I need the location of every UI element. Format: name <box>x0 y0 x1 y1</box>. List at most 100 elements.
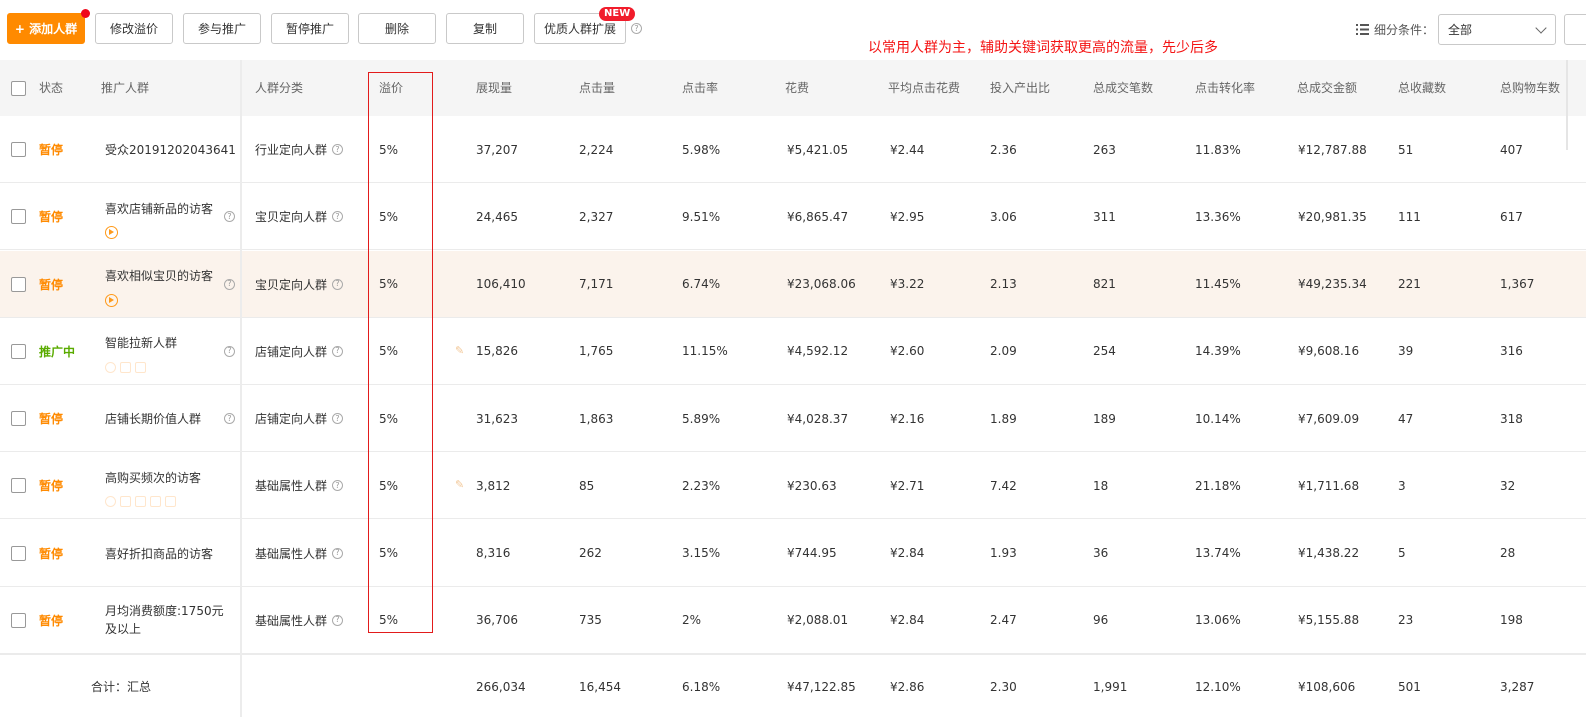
status-label[interactable]: 推广中 <box>39 318 75 385</box>
category-help-icon[interactable]: ? <box>332 144 344 155</box>
cell-roi: 1.89 <box>990 411 1017 426</box>
footer-label: 合计：汇总 <box>91 680 152 694</box>
cell-category: 店铺定向人群 <box>255 412 328 426</box>
cell-carts: 28 <box>1500 546 1516 560</box>
row-checkbox[interactable] <box>11 478 26 494</box>
crowd-name: 店铺长期价值人群 <box>105 412 202 426</box>
status-label[interactable]: 暂停 <box>39 587 63 654</box>
cell-premium[interactable]: 5% <box>379 587 398 654</box>
status-label[interactable]: 暂停 <box>39 520 63 587</box>
status-label[interactable]: 暂停 <box>39 183 63 250</box>
th-carts: 总购物车数 <box>1500 81 1561 95</box>
filter-select[interactable]: 全部 <box>1438 14 1556 45</box>
cell-impressions: 8,316 <box>476 546 511 560</box>
cell-premium[interactable]: 5% <box>379 385 398 452</box>
add-crowd-button[interactable]: + 添加人群 <box>7 13 85 44</box>
cell-roi: 2.47 <box>990 613 1017 628</box>
column-divider <box>240 60 242 717</box>
cell-category: 基础属性人群 <box>255 546 328 561</box>
footer-cost: ¥47,122.85 <box>787 679 856 694</box>
cell-cvr: 10.14% <box>1195 411 1241 426</box>
cell-category: 基础属性人群 <box>255 613 328 628</box>
category-help-icon[interactable]: ? <box>332 345 344 357</box>
chart-icon[interactable] <box>120 496 131 508</box>
bag-icon[interactable] <box>150 496 161 508</box>
status-label[interactable]: 暂停 <box>39 385 63 452</box>
modify-premium-button[interactable]: 修改溢价 <box>95 13 173 44</box>
th-cost: 花费 <box>785 81 810 95</box>
footer-favorites: 501 <box>1398 679 1421 694</box>
play-icon[interactable] <box>105 226 118 240</box>
cell-ctr: 2% <box>682 613 702 628</box>
help-icon[interactable]: ? <box>224 211 235 223</box>
report-icon[interactable] <box>135 496 146 508</box>
delete-button[interactable]: 删除 <box>358 13 436 44</box>
footer-orders: 1,991 <box>1093 679 1128 694</box>
select-all-checkbox[interactable] <box>11 81 26 96</box>
row-checkbox[interactable] <box>11 545 26 561</box>
table-row: 暂停 月均消费额度:1750元 及以上 基础属性人群 5% 36,706 735 2% ¥2,0… <box>0 587 1586 654</box>
edit-icon[interactable]: ✎ <box>455 478 464 491</box>
cell-cost: ¥5,421.05 <box>787 142 849 157</box>
pause-promotion-button[interactable]: 暂停推广 <box>271 13 349 44</box>
help-icon[interactable]: ? <box>631 23 642 34</box>
status-label[interactable]: 暂停 <box>39 251 63 318</box>
footer-impressions: 266,034 <box>476 679 526 694</box>
row-action-icons <box>105 361 146 373</box>
play-icon[interactable] <box>105 496 116 508</box>
cell-ctr: 6.74% <box>682 277 721 291</box>
cell-gmv: ¥9,608.16 <box>1298 344 1360 359</box>
report-icon[interactable] <box>135 361 146 373</box>
category-help-icon[interactable]: ? <box>332 278 344 290</box>
category-help-icon[interactable]: ? <box>332 547 344 559</box>
help-icon[interactable]: ? <box>224 278 235 290</box>
cell-premium[interactable]: 5% <box>379 116 398 183</box>
help-icon[interactable]: ? <box>224 345 235 357</box>
th-ctr: 点击率 <box>682 81 719 95</box>
row-checkbox[interactable] <box>11 343 26 359</box>
cell-ctr: 5.98% <box>682 142 721 157</box>
row-checkbox[interactable] <box>11 411 26 426</box>
crowd-name: 喜欢店铺新品的访客 <box>105 201 214 216</box>
cell-impressions: 37,207 <box>476 142 518 157</box>
join-promotion-button[interactable]: 参与推广 <box>183 13 261 44</box>
row-checkbox[interactable] <box>11 142 26 157</box>
table-row: 暂停 店铺长期价值人群? 店铺定向人群 5% 31,623 1,863 5.89% ¥4,02… <box>0 385 1586 452</box>
cell-premium[interactable]: 5% <box>379 318 398 385</box>
row-action-icons <box>105 226 118 240</box>
category-help-icon[interactable]: ? <box>332 211 344 223</box>
cell-premium[interactable]: 5% <box>379 183 398 250</box>
edit-icon[interactable]: ✎ <box>455 344 464 357</box>
help-icon[interactable]: ? <box>224 413 235 424</box>
crowd-name: 月均消费额度:1750元 及以上 <box>105 587 224 654</box>
scroll-edge <box>1566 60 1586 150</box>
toolbar: + 添加人群 修改溢价 参与推广 暂停推广 删除 复制 优质人群扩展 NEW ?… <box>0 0 1586 60</box>
chart-icon[interactable] <box>120 361 131 373</box>
play-icon[interactable] <box>105 293 118 307</box>
category-help-icon[interactable]: ? <box>332 480 344 492</box>
crowd-name-line1: 月均消费额度:1750元 <box>105 604 224 619</box>
row-checkbox[interactable] <box>11 612 26 628</box>
category-help-icon[interactable]: ? <box>332 614 344 626</box>
status-label[interactable]: 暂停 <box>39 452 63 519</box>
cell-cvr: 13.06% <box>1195 613 1241 628</box>
cell-premium[interactable]: 5% <box>379 520 398 587</box>
copy-button[interactable]: 复制 <box>446 13 524 44</box>
cell-premium[interactable]: 5% <box>379 251 398 318</box>
play-icon[interactable] <box>105 361 116 373</box>
status-label[interactable]: 暂停 <box>39 116 63 183</box>
cell-cost: ¥4,028.37 <box>787 411 849 426</box>
row-checkbox[interactable] <box>11 276 26 292</box>
new-badge: NEW <box>599 7 636 21</box>
cell-ctr: 5.89% <box>682 411 721 426</box>
category-help-icon[interactable]: ? <box>332 413 344 424</box>
footer-gmv: ¥108,606 <box>1298 679 1356 694</box>
cell-premium[interactable]: 5% <box>379 452 398 519</box>
crowd-name: 受众20191202043641 <box>105 143 236 157</box>
copy-icon[interactable] <box>165 496 176 508</box>
footer-roi: 2.30 <box>990 679 1017 694</box>
secondary-select[interactable] <box>1564 14 1586 45</box>
cell-favorites: 221 <box>1398 277 1421 291</box>
row-checkbox[interactable] <box>11 209 26 225</box>
cell-orders: 263 <box>1093 142 1116 157</box>
